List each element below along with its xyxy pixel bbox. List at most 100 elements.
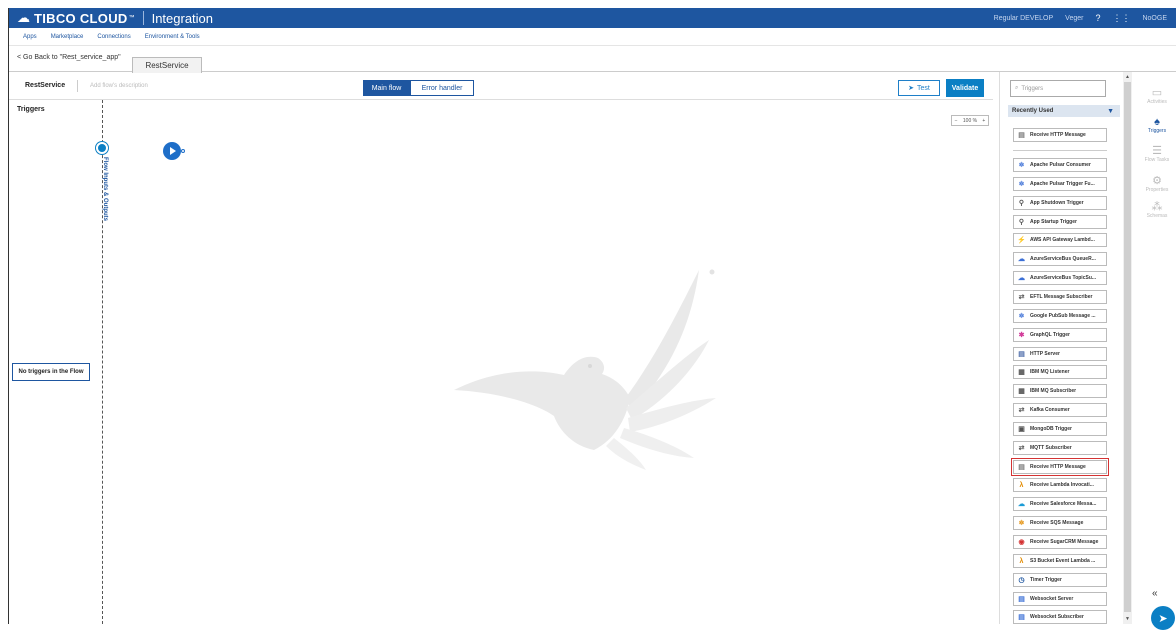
validate-button[interactable]: Validate [946,79,984,97]
triggers-icon: ♠ [1154,116,1160,128]
test-button[interactable]: ➤ Test [898,80,940,96]
rail-activities[interactable]: ▭ Activities [1142,86,1172,105]
palette-item-receive-http-message[interactable]: ▤ Receive HTTP Message [1011,458,1109,476]
palette-item-receive-sqs-message[interactable]: ⚛ Receive SQS Message [1013,516,1107,530]
trigger-type-icon: ☁ [1018,274,1025,282]
start-node-connector[interactable] [181,149,185,153]
palette-item-azureservicebus-topicsu[interactable]: ☁ AzureServiceBus TopicSu... [1013,271,1107,285]
tab-restservice[interactable]: RestService [132,57,202,73]
start-node-play-icon[interactable] [163,142,181,160]
trigger-type-icon: ☁ [1018,255,1025,263]
palette-item-label: AWS API Gateway Lambd... [1030,237,1095,243]
flow-description-input[interactable]: Add flow's description [77,80,148,92]
palette-item-label: Websocket Subscriber [1030,614,1084,620]
palette-item-label: App Shutdown Trigger [1030,200,1084,206]
http-message-icon: ▤ [1018,131,1025,139]
trigger-type-icon: ⚡ [1017,236,1026,244]
palette-item-app-shutdown-trigger[interactable]: ⚲ App Shutdown Trigger [1013,196,1107,210]
rail-properties[interactable]: ⚙ Properties [1142,174,1172,193]
trigger-type-icon: ☁ [1018,500,1025,508]
flow-canvas[interactable]: − 100 % + [104,100,993,624]
brand-trademark: ™ [128,15,135,21]
brand-divider [142,11,144,25]
trigger-type-icon: ◷ [1018,576,1025,584]
palette-item-websocket-server[interactable]: ▤ Websocket Server [1013,592,1107,606]
subnav-connections[interactable]: Connections [97,34,130,40]
palette-item-s3-bucket-event-lambda[interactable]: λ S3 Bucket Event Lambda ... [1013,554,1107,568]
palette-item-websocket-subscriber[interactable]: ▤ Websocket Subscriber [1013,610,1107,624]
flow-toolbar: RestService Add flow's description Main … [9,72,993,100]
signout-link[interactable]: NoOGE [1142,15,1167,22]
org-selector[interactable]: Regular DEVELOP [994,15,1054,22]
trigger-type-icon: ⇄ [1018,444,1025,452]
palette-item-ibm-mq-listener[interactable]: ▦ IBM MQ Listener [1013,365,1107,379]
rail-activities-label: Activities [1147,99,1167,105]
rail-flow-tasks[interactable]: ☰ Flow Tasks [1142,144,1172,163]
rail-triggers[interactable]: ♠ Triggers [1142,116,1172,134]
palette-item-label: Receive HTTP Message [1030,464,1086,470]
trigger-type-icon: ▣ [1018,425,1025,433]
question-icon[interactable]: ? [1095,13,1100,23]
rail-schemas[interactable]: ⁂ Schemas [1142,200,1172,219]
palette-item-kafka-consumer[interactable]: ⇄ Kafka Consumer [1013,403,1107,417]
brand-name: TIBCO CLOUD [34,10,128,26]
palette-item-graphql-trigger[interactable]: ✱ GraphQL Trigger [1013,328,1107,342]
palette-scroll-thumb[interactable] [1124,82,1131,612]
palette-item-mongodb-trigger[interactable]: ▣ MongoDB Trigger [1013,422,1107,436]
palette-item-label: MongoDB Trigger [1030,426,1072,432]
palette-item-aws-api-gateway-lambd[interactable]: ⚡ AWS API Gateway Lambd... [1013,233,1107,247]
go-back-link[interactable]: < Go Back to "Rest_service_app" [17,54,121,61]
palette-item-apache-pulsar-consumer[interactable]: ⚛ Apache Pulsar Consumer [1013,158,1107,172]
palette-item-app-startup-trigger[interactable]: ⚲ App Startup Trigger [1013,215,1107,229]
palette-item-ibm-mq-subscriber[interactable]: ▦ IBM MQ Subscriber [1013,384,1107,398]
subnav-marketplace[interactable]: Marketplace [51,34,84,40]
zoom-control[interactable]: − 100 % + [951,115,989,126]
brand[interactable]: ☁ TIBCO CLOUD ™ Integration [9,8,213,28]
flow-name: RestService [25,82,66,89]
palette-item-receive-salesforce-messa[interactable]: ☁ Receive Salesforce Messa... [1013,497,1107,511]
zoom-out-icon[interactable]: − [955,118,958,124]
trigger-type-icon: ▤ [1018,595,1025,603]
right-rail: ▭ Activities ♠ Triggers ☰ Flow Tasks ⚙ P… [1137,72,1176,630]
palette-item-label: Kafka Consumer [1030,407,1070,413]
palette-item-label: HTTP Server [1030,351,1060,357]
subnav-apps[interactable]: Apps [23,34,37,40]
trigger-type-icon: ⚛ [1018,312,1025,320]
recent-item-receive-http[interactable]: ▤ Receive HTTP Message [1013,128,1107,142]
product-name: Integration [151,10,214,26]
palette-item-label: App Startup Trigger [1030,219,1077,225]
trigger-type-icon: ⚲ [1018,218,1025,226]
scroll-down-icon[interactable]: ▼ [1125,616,1130,622]
palette-item-label: Receive Salesforce Messa... [1030,501,1097,507]
palette-item-mqtt-subscriber[interactable]: ⇄ MQTT Subscriber [1013,441,1107,455]
subnav-environment-tools[interactable]: Environment & Tools [145,34,200,40]
collapse-panel-icon[interactable]: « [1152,588,1158,599]
trigger-type-icon: ⇄ [1018,293,1025,301]
palette-item-apache-pulsar-trigger-fu[interactable]: ⚛ Apache Pulsar Trigger Fu... [1013,177,1107,191]
grid-icon[interactable]: ⋮⋮ [1112,13,1130,24]
user-menu[interactable]: Veger [1065,15,1083,22]
scroll-up-icon[interactable]: ▲ [1125,74,1130,80]
palette-item-label: AzureServiceBus TopicSu... [1030,275,1097,281]
flow-switch: Main flow Error handler [363,80,474,96]
recently-used-header[interactable]: Recently Used ▼ [1008,105,1120,117]
palette-item-google-pubsub-message[interactable]: ⚛ Google PubSub Message ... [1013,309,1107,323]
trigger-type-icon: ▤ [1018,613,1025,621]
palette-item-receive-lambda-invocati[interactable]: λ Receive Lambda Invocati... [1013,478,1107,492]
palette-item-label: GraphQL Trigger [1030,332,1070,338]
zoom-in-icon[interactable]: + [982,118,985,124]
error-handler-button[interactable]: Error handler [410,80,474,96]
palette-item-azureservicebus-queuer[interactable]: ☁ AzureServiceBus QueueR... [1013,252,1107,266]
zoom-level: 100 % [962,117,978,124]
palette-item-timer-trigger[interactable]: ◷ Timer Trigger [1013,573,1107,587]
main-flow-button[interactable]: Main flow [363,80,410,96]
trigger-search-input[interactable]: ⌕ Triggers [1010,80,1106,97]
palette-item-eftl-message-subscriber[interactable]: ⇄ EFTL Message Subscriber [1013,290,1107,304]
trigger-palette: ⌕ Triggers Recently Used ▼ ▤ Receive HTT… [999,72,1132,624]
palette-item-http-server[interactable]: ▤ HTTP Server [1013,347,1107,361]
palette-item-label: Apache Pulsar Consumer [1030,162,1091,168]
palette-item-receive-sugarcrm-message[interactable]: ◉ Receive SugarCRM Message [1013,535,1107,549]
rail-properties-label: Properties [1145,187,1169,193]
deploy-rocket-icon[interactable]: ➤ [1151,606,1175,630]
palette-item-label: Receive SQS Message [1030,520,1084,526]
